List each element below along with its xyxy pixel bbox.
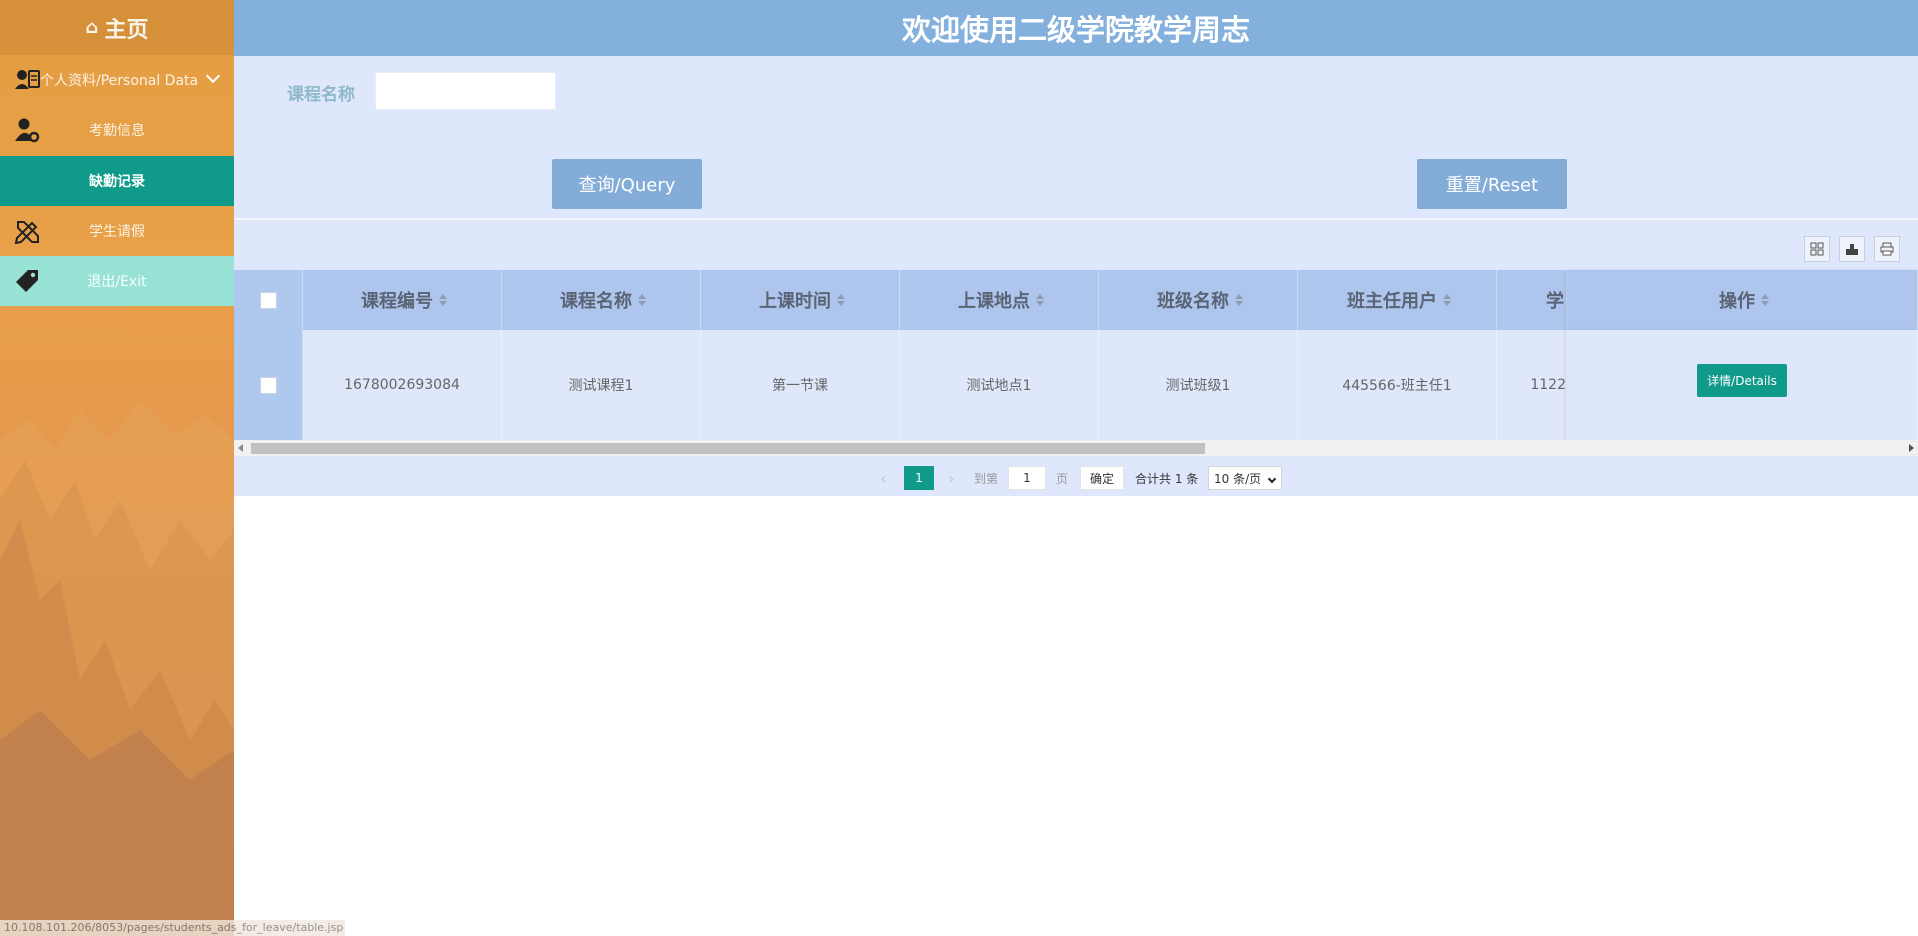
home-icon: ⌂ bbox=[85, 17, 99, 38]
goto-label: 到第 bbox=[974, 471, 999, 486]
current-page[interactable]: 1 bbox=[904, 466, 934, 490]
chevron-down-icon bbox=[1267, 474, 1277, 484]
column-header[interactable]: 上课时间 bbox=[701, 270, 900, 330]
sidebar-item-absence-records[interactable]: 缺勤记录 bbox=[0, 156, 234, 206]
select-all-cell bbox=[234, 270, 303, 330]
column-header[interactable]: 学 bbox=[1497, 270, 1567, 330]
reset-button[interactable]: 重置/Reset bbox=[1417, 159, 1567, 209]
scroll-right-icon[interactable] bbox=[1909, 444, 1914, 452]
sidebar: ⌂ 主页 个人资料/Personal Data 考勤信息 缺勤记录 学生请假 退… bbox=[0, 0, 234, 936]
main-panel: 课程名称 查询/Query 重置/Reset 课程编号 课程名称 上课时间 上课… bbox=[234, 56, 1918, 496]
home-link[interactable]: ⌂ 主页 bbox=[0, 0, 234, 55]
goto-page-input[interactable]: 1 bbox=[1008, 466, 1046, 490]
export-button[interactable] bbox=[1839, 236, 1865, 262]
row-checkbox[interactable] bbox=[259, 376, 277, 394]
course-name-label: 课程名称 bbox=[287, 85, 355, 105]
cell-class-name: 测试班级1 bbox=[1099, 330, 1298, 440]
query-button[interactable]: 查询/Query bbox=[552, 159, 702, 209]
sidebar-item-label: 缺勤记录 bbox=[89, 174, 145, 190]
sidebar-item-attendance[interactable]: 考勤信息 bbox=[0, 105, 234, 155]
chevron-down-icon bbox=[205, 68, 221, 84]
cell-course-id: 1678002693084 bbox=[303, 330, 502, 440]
horizontal-scrollbar[interactable] bbox=[234, 440, 1918, 456]
sidebar-item-label: 考勤信息 bbox=[89, 123, 145, 139]
row-select-cell bbox=[234, 330, 303, 440]
table-row: 1678002693084 测试课程1 第一节课 测试地点1 测试班级1 445… bbox=[234, 330, 1918, 440]
total-count: 合计共 1 条 bbox=[1135, 471, 1199, 486]
prev-page-icon[interactable]: ‹ bbox=[880, 466, 886, 490]
sidebar-item-personal-data[interactable]: 个人资料/Personal Data bbox=[0, 55, 234, 105]
column-header[interactable]: 班主任用户 bbox=[1298, 270, 1497, 330]
status-bar-url: 10.108.101.206/8053/pages/students_ads_f… bbox=[0, 920, 345, 936]
column-header[interactable]: 班级名称 bbox=[1099, 270, 1298, 330]
divider bbox=[234, 218, 1918, 220]
column-header[interactable]: 课程名称 bbox=[502, 270, 701, 330]
cell-time: 第一节课 bbox=[701, 330, 900, 440]
pagination: ‹ 1 › 到第 1 页 确定 合计共 1 条 10 条/页 bbox=[234, 458, 1918, 496]
export-icon bbox=[1846, 244, 1858, 255]
page-size-value: 10 条/页 bbox=[1214, 471, 1262, 486]
sidebar-item-student-leave[interactable]: 学生请假 bbox=[0, 206, 234, 256]
sidebar-item-label: 个人资料/Personal Data bbox=[40, 73, 199, 89]
cell-partial: 1122 bbox=[1497, 330, 1567, 440]
home-label: 主页 bbox=[104, 17, 149, 43]
next-page-icon[interactable]: › bbox=[948, 466, 954, 490]
page-title: 欢迎使用二级学院教学周志 bbox=[234, 0, 1918, 56]
page-size-select[interactable]: 10 条/页 bbox=[1208, 466, 1282, 490]
scroll-left-icon[interactable] bbox=[238, 444, 243, 452]
user-card-icon bbox=[15, 70, 40, 89]
print-icon bbox=[1880, 242, 1894, 256]
data-table: 课程编号 课程名称 上课时间 上课地点 班级名称 班主任用户 学 操作 1678… bbox=[234, 270, 1918, 440]
sidebar-item-exit[interactable]: 退出/Exit bbox=[0, 256, 234, 306]
cell-place: 测试地点1 bbox=[900, 330, 1099, 440]
select-all-checkbox[interactable] bbox=[259, 291, 277, 309]
scrollbar-thumb[interactable] bbox=[251, 443, 1205, 454]
print-button[interactable] bbox=[1874, 236, 1900, 262]
columns-icon bbox=[1810, 242, 1824, 256]
details-button[interactable]: 详情/Details bbox=[1697, 364, 1787, 397]
page-unit-label: 页 bbox=[1056, 471, 1069, 486]
table-header: 课程编号 课程名称 上课时间 上课地点 班级名称 班主任用户 学 操作 bbox=[234, 270, 1918, 330]
course-name-input[interactable] bbox=[375, 72, 556, 110]
cell-teacher: 445566-班主任1 bbox=[1298, 330, 1497, 440]
column-header[interactable]: 课程编号 bbox=[303, 270, 502, 330]
goto-confirm-button[interactable]: 确定 bbox=[1080, 466, 1124, 490]
mountain-background bbox=[0, 400, 234, 936]
sidebar-item-label: 退出/Exit bbox=[87, 274, 147, 290]
cell-course-name: 测试课程1 bbox=[502, 330, 701, 440]
column-header[interactable]: 上课地点 bbox=[900, 270, 1099, 330]
sidebar-item-label: 学生请假 bbox=[89, 224, 145, 240]
columns-button[interactable] bbox=[1804, 236, 1830, 262]
cell-actions: 详情/Details bbox=[1567, 330, 1918, 440]
column-header-actions[interactable]: 操作 bbox=[1567, 270, 1918, 330]
